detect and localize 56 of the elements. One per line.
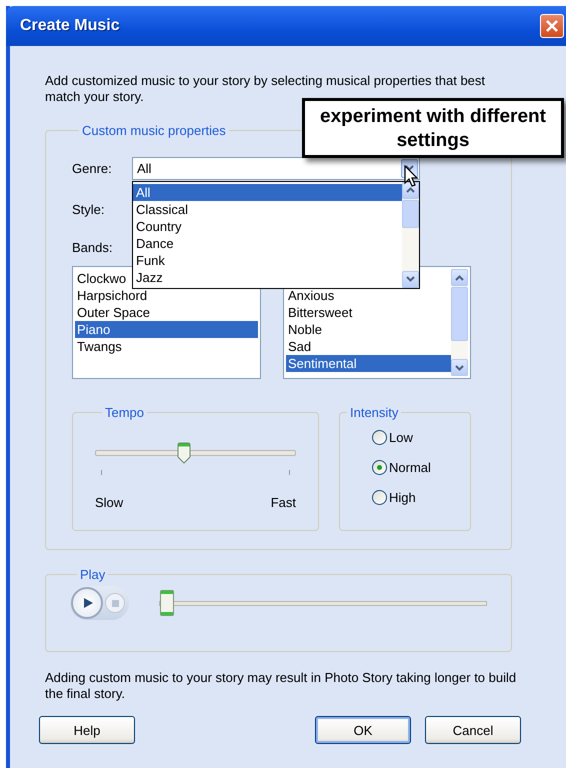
play-button[interactable] xyxy=(71,587,103,619)
list-item[interactable]: Harpsichord xyxy=(75,287,258,304)
dialog-button[interactable]: Help xyxy=(39,716,135,744)
scroll-up-button[interactable] xyxy=(402,182,419,198)
callout: experiment with different settings xyxy=(302,98,564,158)
scroll-thumb[interactable] xyxy=(451,287,468,341)
list-item[interactable]: Piano xyxy=(75,321,258,338)
radio-button[interactable]: Normal xyxy=(372,458,470,476)
chevron-down-icon xyxy=(405,165,414,171)
dialog-button[interactable]: Cancel xyxy=(425,716,521,744)
slider-label: Slow xyxy=(95,495,124,510)
tick-mark xyxy=(289,470,290,475)
group-title: Play xyxy=(79,567,106,582)
note-text: Adding custom music to your story may result in Photo Story taking longer to build the final story. xyxy=(45,670,518,702)
list-item[interactable]: Twangs xyxy=(75,338,258,355)
window-title: Create Music xyxy=(20,17,120,35)
chevron-down-icon xyxy=(455,364,464,370)
slider-thumb[interactable] xyxy=(160,590,174,616)
tick-mark xyxy=(101,470,102,475)
chevron-down-icon xyxy=(406,276,415,282)
stop-icon xyxy=(112,600,118,606)
list-item[interactable]: Noble xyxy=(286,321,451,338)
list-item[interactable]: Sentimental xyxy=(286,355,451,372)
field-label: Bands: xyxy=(72,240,114,254)
list-item[interactable]: Anxious xyxy=(286,287,451,304)
chevron-up-icon xyxy=(455,274,464,280)
dialog-button[interactable]: OK xyxy=(315,716,411,744)
play-icon xyxy=(82,597,94,609)
dropdown-option[interactable]: Jazz xyxy=(133,268,402,286)
close-button[interactable] xyxy=(540,14,564,38)
slider-label: Fast xyxy=(270,495,296,510)
list-item[interactable]: Bittersweet xyxy=(286,304,451,321)
radio-button[interactable]: Low xyxy=(372,428,470,446)
dropdown-option[interactable]: Country xyxy=(133,218,402,234)
scrollbar[interactable] xyxy=(451,269,468,376)
dropdown-option[interactable]: Classical xyxy=(133,200,402,218)
scroll-thumb[interactable] xyxy=(402,200,419,228)
combo-value: All xyxy=(137,160,152,176)
chevron-up-icon xyxy=(406,187,415,193)
dropdown-option[interactable]: Dance xyxy=(133,234,402,252)
radio-button[interactable]: High xyxy=(372,488,470,506)
dropdown-option[interactable]: All xyxy=(133,184,402,200)
group-title: Intensity xyxy=(349,405,400,420)
scroll-down-button[interactable] xyxy=(451,359,468,376)
group-title: Tempo xyxy=(104,405,146,420)
scroll-down-button[interactable] xyxy=(402,270,419,288)
group-title: Custom music properties xyxy=(81,123,227,138)
list-item[interactable]: Outer Space xyxy=(75,304,258,321)
genre-combo-box[interactable]: All xyxy=(132,156,420,180)
field-label: Genre: xyxy=(72,160,113,176)
field-label: Style: xyxy=(72,202,106,216)
list-item[interactable]: Sad xyxy=(286,338,451,355)
dropdown-option[interactable]: Funk xyxy=(133,252,402,268)
close-icon xyxy=(545,19,559,33)
scrollbar[interactable] xyxy=(402,182,419,288)
slider-thumb[interactable] xyxy=(176,442,191,464)
